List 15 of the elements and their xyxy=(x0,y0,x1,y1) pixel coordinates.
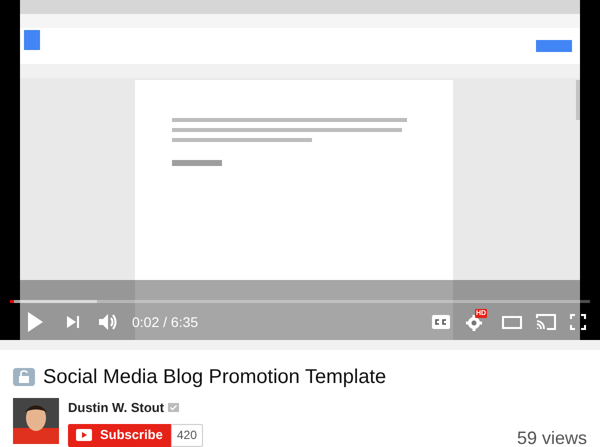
play-icon[interactable] xyxy=(26,311,44,333)
channel-avatar[interactable] xyxy=(13,398,59,444)
subscribe-button[interactable]: Subscribe xyxy=(68,424,171,446)
captions-icon[interactable] xyxy=(432,315,450,329)
cast-icon[interactable] xyxy=(536,314,556,330)
video-title: Social Media Blog Promotion Template xyxy=(43,365,386,390)
channel-name[interactable]: Dustin W. Stout xyxy=(68,398,164,418)
play-logo-icon xyxy=(76,429,92,441)
fullscreen-icon[interactable] xyxy=(570,314,586,330)
volume-icon[interactable] xyxy=(98,313,118,331)
view-count: 59 views xyxy=(516,428,587,446)
theater-mode-icon[interactable] xyxy=(502,316,522,328)
time-display: 0:02 / 6:35 xyxy=(132,312,198,332)
next-icon[interactable] xyxy=(66,315,80,329)
subscriber-count: 420 xyxy=(170,424,203,446)
